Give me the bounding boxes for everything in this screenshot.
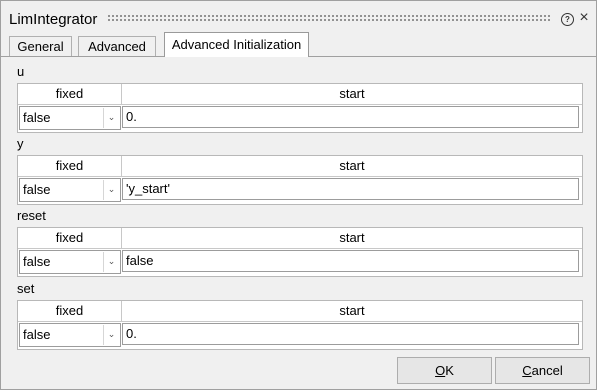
- param-grid-u: fixed start false ⌄ 0.: [17, 83, 583, 133]
- help-icon[interactable]: ?: [561, 13, 574, 26]
- cancel-label-rest: ancel: [531, 363, 563, 378]
- column-header-fixed: fixed: [18, 228, 122, 249]
- ok-label-rest: K: [445, 363, 454, 378]
- title-bar[interactable]: LimIntegrator ? ×: [1, 1, 596, 35]
- section-label-reset: reset: [17, 208, 46, 223]
- column-header-start: start: [122, 228, 582, 249]
- tab-advanced-initialization[interactable]: Advanced Initialization: [164, 32, 309, 57]
- fixed-combo-u[interactable]: false ⌄: [19, 106, 121, 130]
- fixed-combo-reset[interactable]: false ⌄: [19, 250, 121, 274]
- start-input-set[interactable]: 0.: [122, 323, 579, 345]
- param-grid-set: fixed start false ⌄ 0.: [17, 300, 583, 350]
- tab-general[interactable]: General: [9, 36, 72, 56]
- section-label-set: set: [17, 281, 35, 296]
- fixed-combo-set[interactable]: false ⌄: [19, 323, 121, 347]
- window-title: LimIntegrator: [9, 11, 98, 28]
- combo-separator: [103, 108, 104, 128]
- combo-separator: [103, 252, 104, 272]
- section-label-y: y: [17, 136, 24, 151]
- chevron-down-icon[interactable]: ⌄: [105, 327, 118, 341]
- ok-mnemonic: O: [435, 363, 446, 378]
- cancel-mnemonic: C: [522, 363, 532, 378]
- dialog-window: LimIntegrator ? × General Advanced Advan…: [0, 0, 597, 390]
- fixed-value: false: [23, 327, 51, 342]
- combo-separator: [103, 325, 104, 345]
- combo-separator: [103, 180, 104, 200]
- column-header-start: start: [122, 301, 582, 322]
- chevron-down-icon[interactable]: ⌄: [105, 110, 118, 124]
- close-icon[interactable]: ×: [576, 9, 592, 27]
- start-input-reset[interactable]: false: [122, 250, 579, 272]
- column-header-fixed: fixed: [18, 301, 122, 322]
- section-label-u: u: [17, 64, 25, 79]
- column-header-start: start: [122, 156, 582, 177]
- fixed-value: false: [23, 182, 51, 197]
- chevron-down-icon[interactable]: ⌄: [105, 182, 118, 196]
- drag-grip[interactable]: [107, 14, 551, 22]
- fixed-value: false: [23, 254, 51, 269]
- column-header-start: start: [122, 84, 582, 105]
- ok-button[interactable]: OK: [397, 357, 492, 384]
- param-grid-reset: fixed start false ⌄ false: [17, 227, 583, 277]
- column-header-fixed: fixed: [18, 84, 122, 105]
- tab-advanced[interactable]: Advanced: [78, 36, 156, 56]
- start-input-y[interactable]: 'y_start': [122, 178, 579, 200]
- param-grid-y: fixed start false ⌄ 'y_start': [17, 155, 583, 205]
- start-input-u[interactable]: 0.: [122, 106, 579, 128]
- chevron-down-icon[interactable]: ⌄: [105, 254, 118, 268]
- column-header-fixed: fixed: [18, 156, 122, 177]
- cancel-button[interactable]: Cancel: [495, 357, 590, 384]
- fixed-value: false: [23, 110, 51, 125]
- fixed-combo-y[interactable]: false ⌄: [19, 178, 121, 202]
